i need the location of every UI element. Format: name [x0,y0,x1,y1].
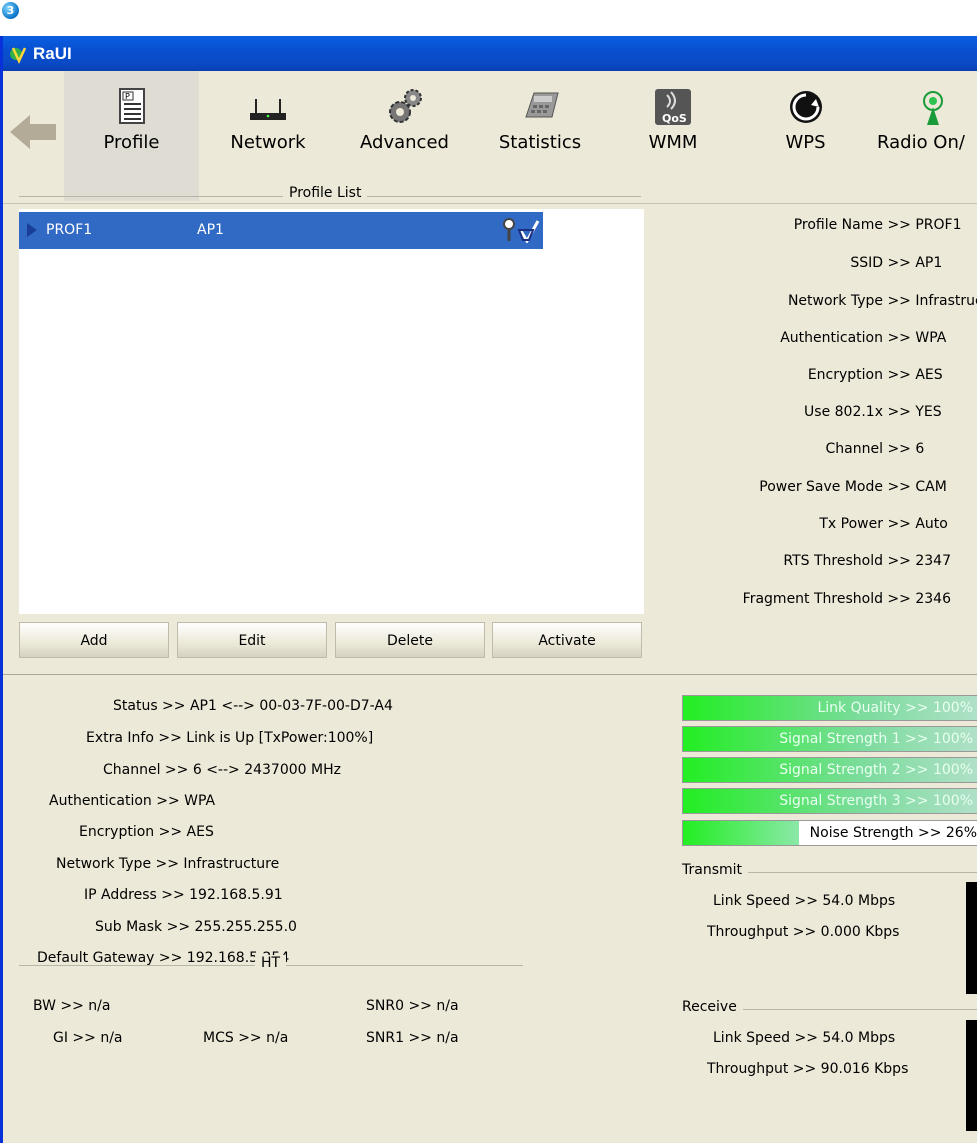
network-icon [250,99,286,120]
advanced-icon [388,89,422,123]
statistics-icon [525,92,559,118]
sub-mask-text: Sub Mask >> 255.255.255.0 [95,919,297,935]
snr1-text: SNR1 >> n/a [366,1030,459,1046]
info-badge-icon: 3 [2,2,19,19]
profile-list[interactable]: PROF1 AP1 [19,209,644,614]
profile-detail-7: Channel >> 6 [825,441,925,457]
svg-text:P: P [125,92,130,101]
profile-detail-10: RTS Threshold >> 2347 [783,553,951,569]
radio-icon [923,91,943,125]
section-divider [3,674,977,675]
key-connected-icon [503,218,540,243]
tab-wps-label: WPS [785,132,826,153]
tab-wmm[interactable]: QoS WMM [608,71,738,201]
toolbar: P Profile Network Advanced Statistics Qo… [3,71,977,204]
wmm-icon: QoS [655,89,691,125]
profile-detail-4: Authentication >> WPA [780,330,947,346]
gi-text: GI >> n/a [53,1030,123,1046]
rx-link-speed-text: Link Speed >> 54.0 Mbps [713,1030,896,1046]
tab-profile[interactable]: P Profile [64,71,199,201]
profile-icon: P [118,88,145,124]
status-text: Status >> AP1 <--> 00-03-7F-00-D7-A4 [113,698,393,714]
tab-statistics[interactable]: Statistics [472,71,608,201]
ht-legend: HT [255,955,287,971]
channel-text: Channel >> 6 <--> 2437000 MHz [103,762,341,778]
tab-wps[interactable]: WPS [738,71,873,201]
tx-throughput-text: Throughput >> 0.000 Kbps [707,924,900,940]
signal-strength-3-bar: Signal Strength 3 >> 100% [682,788,977,814]
link-quality-bar: Link Quality >> 100% [682,695,977,721]
tx-link-speed-text: Link Speed >> 54.0 Mbps [713,893,896,909]
profile-detail-8: Power Save Mode >> CAM [759,479,947,495]
authentication-text: Authentication >> WPA [49,793,216,809]
ip-address-text: IP Address >> 192.168.5.91 [84,887,283,903]
receive-legend: Receive [676,999,743,1015]
profile-list-legend: Profile List [283,185,368,201]
tab-advanced-label: Advanced [360,132,449,153]
profile-detail-3: Network Type >> Infrastructure [787,293,977,309]
tab-network-label: Network [230,132,306,153]
wps-icon [789,91,822,123]
list-item[interactable]: PROF1 AP1 [19,212,543,249]
tab-advanced[interactable]: Advanced [337,71,472,201]
profile-name: PROF1 [46,222,93,238]
default-gateway-text: Default Gateway >> 192.168.5.254 [37,950,290,966]
rx-throughput-graph [966,1020,977,1131]
profile-detail-9: Tx Power >> Auto [819,516,948,532]
snr0-text: SNR0 >> n/a [366,998,459,1014]
signal-strength-2-bar: Signal Strength 2 >> 100% [682,757,977,783]
profile-detail-5: Encryption >> AES [807,367,943,383]
noise-strength-bar: Noise Strength >> 26% [682,820,977,846]
profile-detail-2: SSID >> AP1 [850,255,943,271]
selected-arrow-icon [27,223,37,237]
profile-ssid: AP1 [197,222,224,238]
tab-radio-label: Radio On/ [877,132,965,153]
transmit-legend: Transmit [676,862,749,878]
encryption-text: Encryption >> AES [79,824,214,840]
title-bar: RaUI [3,36,977,71]
rx-throughput-text: Throughput >> 90.016 Kbps [707,1061,909,1077]
edit-button[interactable]: Edit [177,622,327,658]
profile-detail-11: Fragment Threshold >> 2346 [742,591,951,607]
svg-text:QoS: QoS [662,112,687,125]
mcs-text: MCS >> n/a [203,1030,289,1046]
ralink-logo-icon [10,47,27,64]
signal-strength-1-bar: Signal Strength 1 >> 100% [682,726,977,752]
extra-info-text: Extra Info >> Link is Up [TxPower:100%] [86,730,374,746]
tab-wmm-label: WMM [648,132,698,153]
tab-network[interactable]: Network [199,71,337,201]
add-button[interactable]: Add [19,622,169,658]
tab-radio[interactable]: Radio On/ [873,71,977,201]
profile-detail-6: Use 802.1x >> YES [804,404,942,420]
activate-button[interactable]: Activate [492,622,642,658]
bw-text: BW >> n/a [33,998,111,1014]
raui-window: RaUI P Profile Network Advanced Statisti… [0,36,977,1143]
back-arrow-icon[interactable] [8,111,58,153]
network-type-text: Network Type >> Infrastructure [56,856,280,872]
tab-statistics-label: Statistics [498,132,582,153]
profile-detail-1: Profile Name >> PROF1 [793,217,962,233]
delete-button[interactable]: Delete [335,622,485,658]
tx-throughput-graph [966,882,977,994]
tab-profile-label: Profile [103,132,160,153]
window-title: RaUI [33,44,72,63]
